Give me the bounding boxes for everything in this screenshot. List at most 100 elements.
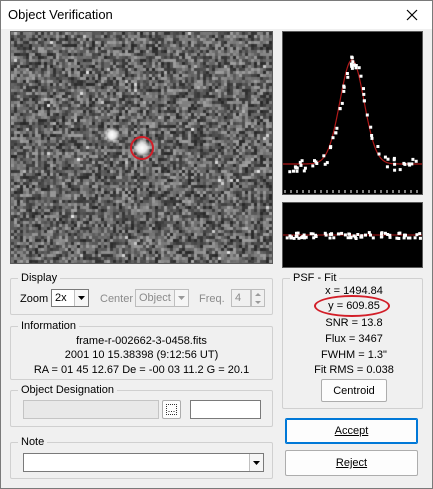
psf-sample-point (350, 55, 354, 59)
psf-sample-point (345, 72, 349, 75)
residual-point (302, 233, 306, 237)
psf-sample-point (362, 92, 366, 96)
note-select[interactable] (23, 453, 264, 472)
centroid-button[interactable]: Centroid (321, 379, 387, 402)
psf-profile-chart (283, 55, 422, 193)
psf-sample-point (302, 169, 306, 173)
spin-up-icon (252, 290, 264, 298)
browse-label: ... (165, 404, 178, 415)
psf-sample-point (370, 134, 374, 137)
residual-point (285, 236, 289, 240)
psf-sample-point (365, 113, 369, 117)
psf-residual-chart (283, 231, 422, 240)
psf-sample-point (295, 169, 299, 173)
psf-fit-group-label: PSF - Fit (290, 271, 340, 285)
residual-point (379, 235, 383, 239)
psf-sample-point (350, 66, 354, 70)
residual-point (297, 236, 301, 240)
psf-sample-point (411, 157, 415, 161)
residual-point (332, 236, 336, 240)
psf-sample-point (393, 162, 397, 166)
psf-sample-point (362, 99, 366, 103)
close-button[interactable] (392, 1, 432, 29)
psf-sample-point (349, 62, 353, 66)
psf-profile-plot (282, 31, 423, 195)
target-circle (130, 136, 154, 160)
freq-input[interactable]: 4 (231, 289, 251, 307)
chevron-down-icon (174, 290, 188, 306)
freq-value: 4 (235, 292, 242, 304)
psf-sample-point (393, 168, 397, 172)
information-group-label: Information (18, 319, 80, 333)
psf-sample-point (311, 164, 315, 168)
designation-secondary-input[interactable] (190, 400, 261, 419)
residual-point (380, 232, 383, 236)
residual-point (386, 233, 390, 236)
psf-sample-point (342, 89, 346, 93)
residual-point (360, 234, 364, 238)
residual-point (314, 235, 318, 238)
psf-sample-point (334, 131, 338, 135)
close-icon (406, 9, 418, 21)
window-title: Object Verification (8, 7, 113, 22)
psf-sample-point (295, 166, 299, 170)
psf-sample-point (340, 101, 344, 105)
object-verification-window: Object Verification Display Zoom 2x Cent… (0, 0, 433, 489)
residual-point (371, 236, 375, 240)
psf-sample-point (357, 66, 361, 70)
freq-label: Freq. (199, 293, 225, 305)
psf-rms-value: Fit RMS = 0.038 (314, 364, 394, 376)
residual-point (337, 232, 341, 236)
info-filename: frame-r-002662-3-0458.fits (76, 335, 207, 347)
center-select[interactable]: Object (135, 289, 189, 307)
zoom-select[interactable]: 2x (51, 289, 89, 307)
title-bar[interactable]: Object Verification (1, 1, 432, 29)
residual-point (349, 236, 353, 240)
psf-sample-point (322, 154, 326, 158)
designation-input[interactable] (23, 400, 159, 419)
centroid-button-label: Centroid (333, 384, 375, 397)
frame-image-view[interactable] (10, 31, 273, 264)
residual-point (352, 234, 356, 238)
psf-sample-point (383, 155, 387, 159)
psf-residual-plot (282, 202, 423, 268)
y-value-highlight (314, 295, 390, 317)
psf-sample-point (338, 107, 342, 110)
psf-sample-point (398, 168, 402, 172)
psf-sample-point (385, 165, 389, 169)
psf-fwhm-value: FWHM = 1.3" (321, 349, 387, 361)
psf-sample-point (314, 160, 318, 164)
psf-sample-point (410, 162, 414, 166)
accept-button[interactable]: Accept (285, 418, 418, 444)
display-group-label: Display (18, 271, 61, 285)
note-group-label: Note (18, 435, 48, 449)
residual-point (369, 233, 372, 237)
psf-sample-point (335, 126, 339, 130)
psf-sample-point (386, 157, 390, 161)
psf-fit-curve (283, 59, 422, 165)
freq-spinner[interactable] (251, 289, 265, 307)
psf-snr-value: SNR = 13.8 (325, 317, 383, 329)
residual-point (330, 232, 334, 236)
psf-sample-point (369, 125, 373, 129)
residual-point (328, 236, 332, 240)
residual-point (398, 231, 402, 235)
residual-point (356, 233, 360, 236)
reject-button[interactable]: Reject (285, 450, 418, 476)
psf-sample-point (359, 74, 363, 78)
psf-sample-point (303, 166, 307, 170)
psf-sample-point (331, 136, 335, 140)
residual-point (340, 231, 344, 235)
residual-point (403, 233, 406, 237)
residual-point (415, 233, 419, 237)
psf-sample-point (403, 162, 407, 166)
psf-sample-point (392, 158, 396, 162)
residual-point (324, 233, 328, 237)
residual-point (408, 236, 412, 240)
psf-sample-point (354, 64, 358, 67)
chevron-down-icon (249, 454, 263, 471)
info-coords: RA = 01 45 12.67 De = -00 03 11.2 G = 20… (33, 364, 250, 376)
designation-browse-button[interactable]: ... (162, 400, 181, 419)
residual-point (294, 234, 298, 238)
psf-sample-point (377, 152, 381, 156)
